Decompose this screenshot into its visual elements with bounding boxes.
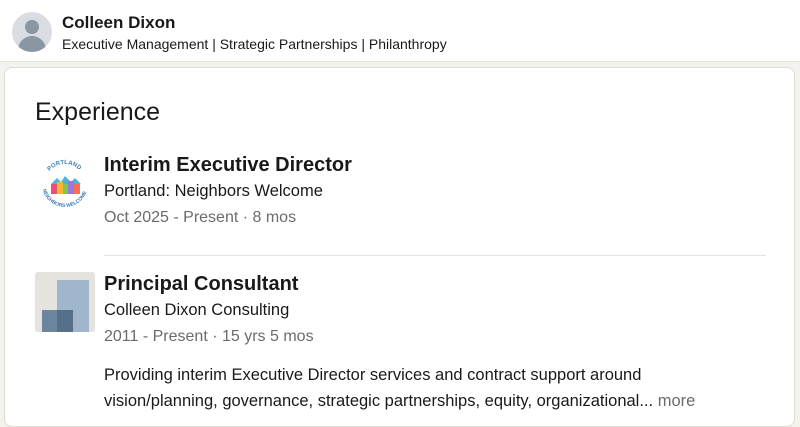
description-line-with-more: vision/planning, governance, strategic p… [104, 388, 764, 414]
experience-company: Portland: Neighbors Welcome [104, 182, 323, 200]
experience-description: Providing interim Executive Director ser… [104, 362, 764, 414]
profile-name[interactable]: Colleen Dixon [62, 13, 175, 33]
description-line: Providing interim Executive Director ser… [104, 366, 642, 384]
logo-block-mid [42, 310, 57, 332]
avatar-head-shape [25, 20, 39, 34]
description-line: vision/planning, governance, strategic p… [104, 392, 654, 410]
divider [104, 255, 766, 256]
experience-role[interactable]: Principal Consultant [104, 273, 298, 296]
experience-role[interactable]: Interim Executive Director [104, 154, 352, 177]
avatar-body-shape [18, 36, 46, 52]
section-title: Experience [35, 98, 161, 126]
portland-neighbors-welcome-logo[interactable]: PORTLAND NEIGHBORS WELCOME [35, 154, 95, 214]
portland-logo-icon: PORTLAND NEIGHBORS WELCOME [36, 155, 94, 213]
colleen-dixon-consulting-logo[interactable] [35, 272, 95, 332]
see-more-link[interactable]: more [658, 392, 696, 410]
experience-dates: 2011 - Present · 15 yrs 5 mos [104, 328, 314, 345]
profile-header: Colleen Dixon Executive Management | Str… [0, 0, 800, 62]
profile-headline: Executive Management | Strategic Partner… [62, 36, 447, 52]
avatar[interactable] [12, 12, 52, 52]
experience-dates: Oct 2025 - Present · 8 mos [104, 209, 297, 226]
experience-company: Colleen Dixon Consulting [104, 301, 290, 319]
experience-card: Experience PORTLAND NEIGHBORS WELCOME In… [4, 67, 795, 427]
